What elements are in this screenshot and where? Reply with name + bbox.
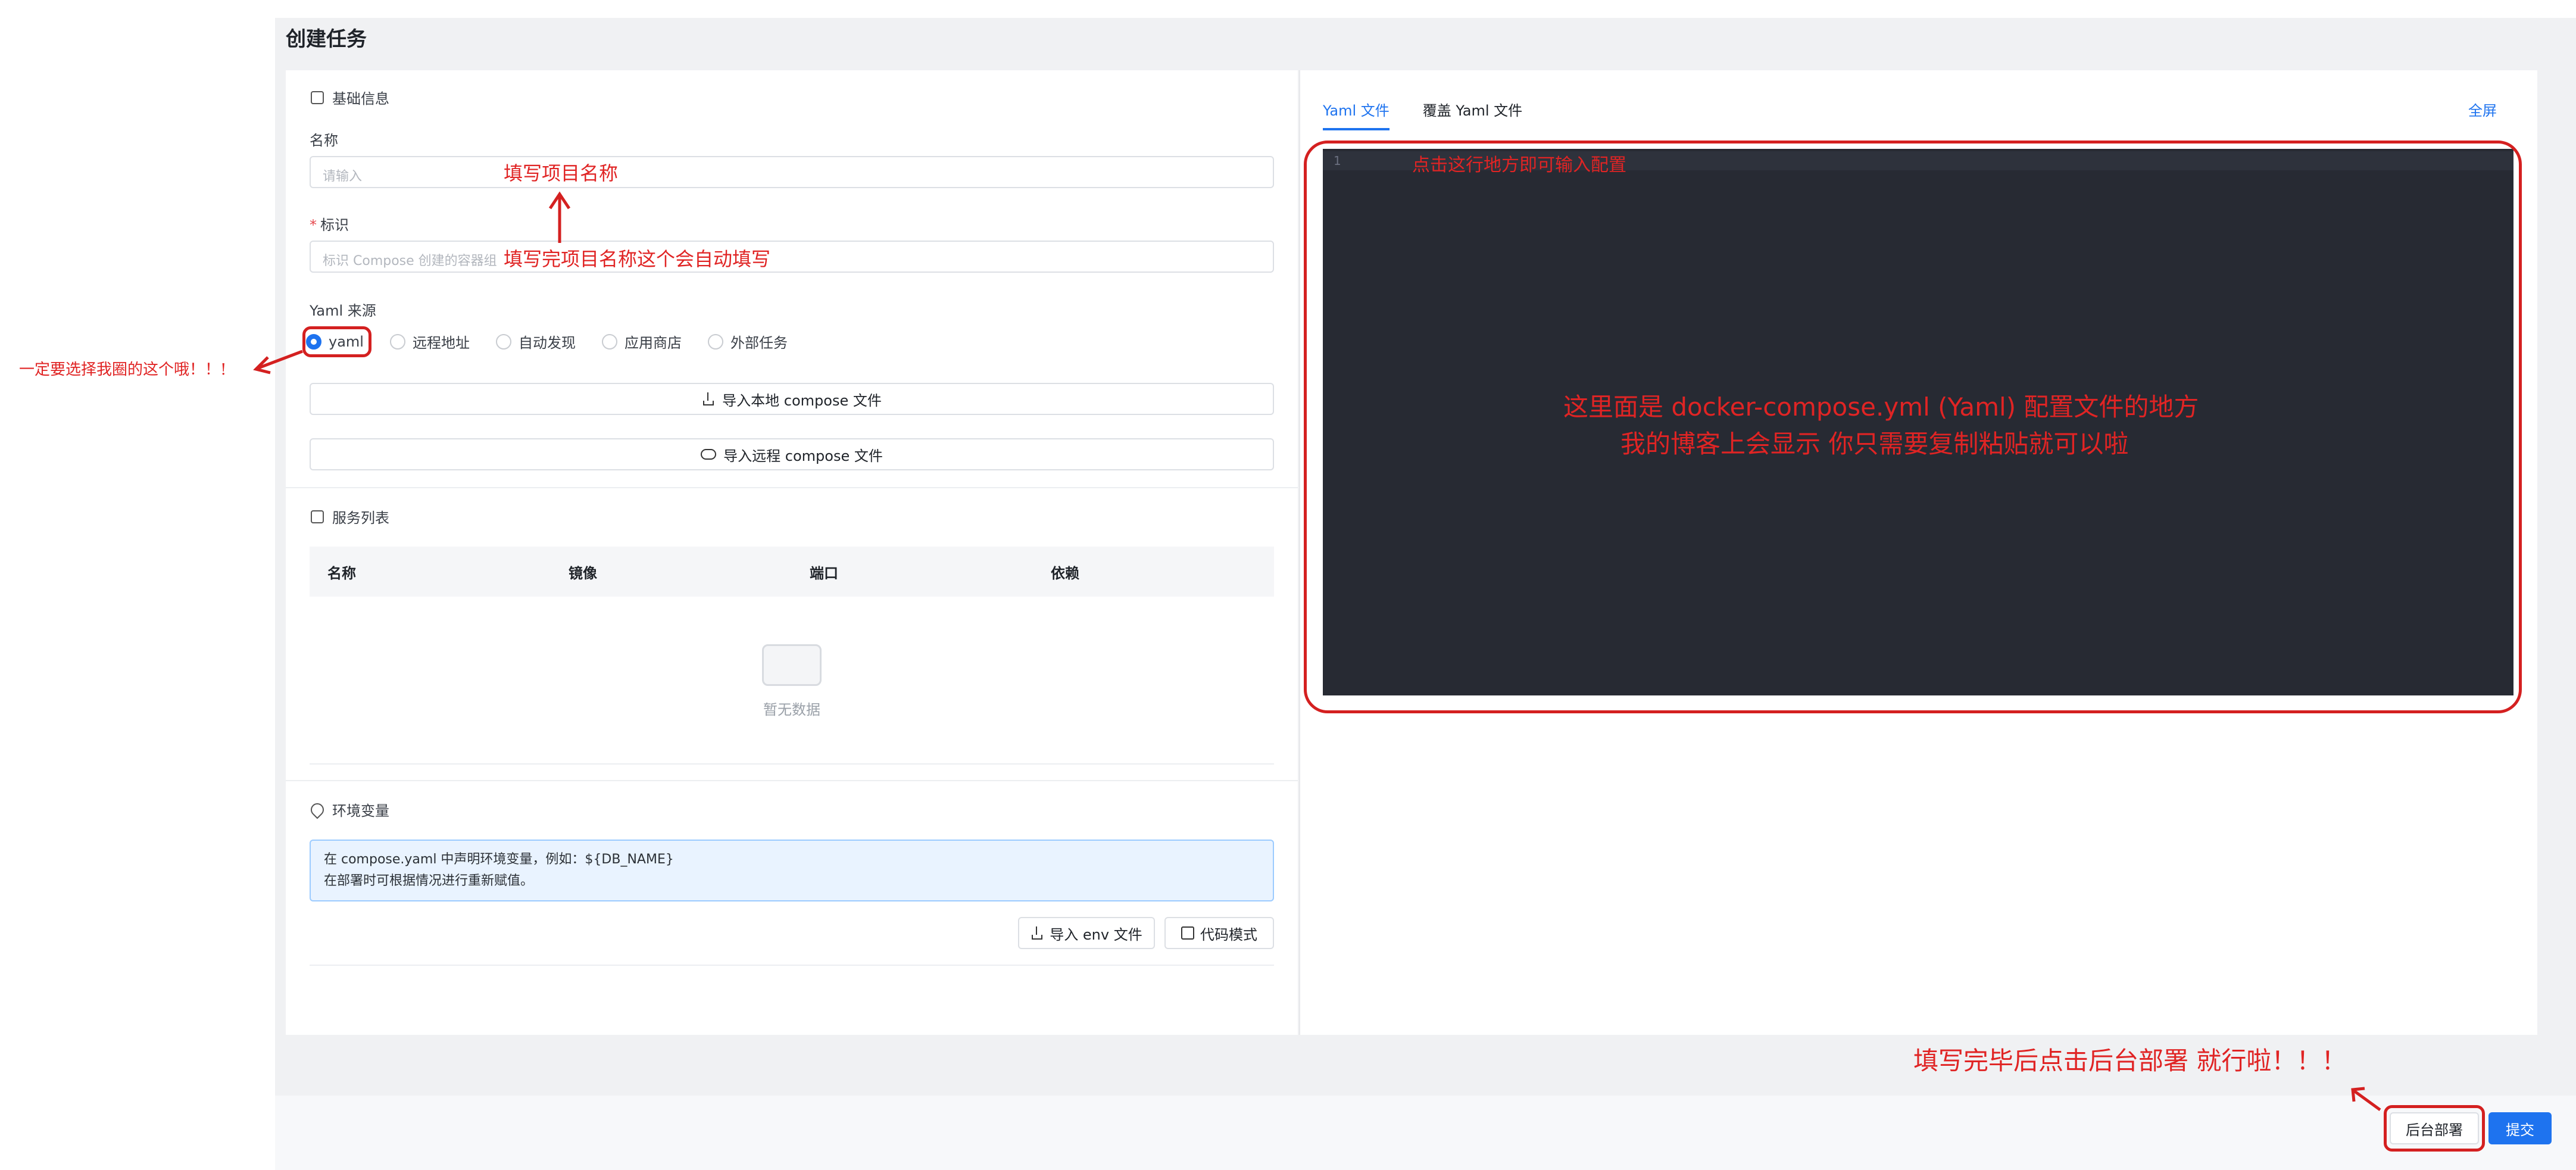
annotation-editor-line1: 这里面是 docker-compose.yml (Yaml) 配置文件的地方 xyxy=(1563,392,2199,422)
annotation-id-hint: 填写完项目名称这个会自动填写 xyxy=(504,248,771,270)
column-image: 镜像 xyxy=(569,564,597,582)
editor-tabs: Yaml 文件 覆盖 Yaml 文件 xyxy=(1323,99,1522,130)
id-input[interactable]: 标识 Compose 创建的容器组 xyxy=(310,241,1274,273)
import-local-label: 导入本地 compose 文件 xyxy=(722,392,882,409)
location-pin-icon xyxy=(308,800,327,819)
name-label: 名称 xyxy=(310,132,338,149)
env-info-alert: 在 compose.yaml 中声明环境变量，例如：${DB_NAME} 在部署… xyxy=(310,840,1274,901)
import-remote-label: 导入远程 compose 文件 xyxy=(723,447,883,464)
services-table-header: 名称 镜像 端口 依赖 xyxy=(310,547,1274,597)
basic-info-title: 基础信息 xyxy=(332,91,389,107)
empty-state-text: 暂无数据 xyxy=(763,701,820,718)
code-mode-button[interactable]: 代码模式 xyxy=(1164,917,1274,949)
code-mode-label: 代码模式 xyxy=(1200,926,1257,943)
import-env-label: 导入 env 文件 xyxy=(1050,926,1142,943)
env-note-line1: 在 compose.yaml 中声明环境变量，例如：${DB_NAME} xyxy=(324,852,674,867)
arrow-left-annotation xyxy=(253,350,303,375)
empty-inbox-icon xyxy=(762,644,822,686)
annotation-editor-line2: 我的博客上会显示 你只需要复制粘贴就可以啦 xyxy=(1620,429,2129,458)
env-header: 环境变量 xyxy=(308,799,389,820)
code-icon xyxy=(1181,926,1194,940)
column-name: 名称 xyxy=(327,564,356,582)
radio-indicator xyxy=(707,333,723,350)
radio-auto-discover[interactable]: 自动发现 xyxy=(495,331,576,352)
radio-indicator xyxy=(495,333,511,350)
id-label-text: 标识 xyxy=(320,217,349,233)
radio-indicator xyxy=(389,333,405,350)
radio-label: 外部任务 xyxy=(730,335,788,351)
divider xyxy=(310,763,1274,765)
annotation-name-hint: 填写项目名称 xyxy=(504,162,619,185)
column-port: 端口 xyxy=(810,564,838,582)
arrow-up-annotation xyxy=(548,191,571,243)
annotation-editor-click-hint: 点击这行地方即可输入配置 xyxy=(1412,155,1626,176)
submit-button[interactable]: 提交 xyxy=(2488,1112,2552,1144)
upload-icon xyxy=(1031,926,1044,940)
radio-external-task[interactable]: 外部任务 xyxy=(707,331,788,352)
env-note-line2: 在部署时可根据情况进行重新赋值。 xyxy=(324,873,534,888)
yaml-source-radio-group: yaml 远程地址 自动发现 应用商店 外部任务 xyxy=(306,331,788,352)
id-label: * 标识 xyxy=(310,213,349,234)
name-input[interactable]: 请输入 xyxy=(310,156,1274,188)
highlight-deploy-button xyxy=(2384,1105,2485,1152)
import-remote-compose-button[interactable]: 导入远程 compose 文件 xyxy=(310,438,1274,470)
upload-icon xyxy=(702,392,715,405)
services-title: 服务列表 xyxy=(332,510,389,526)
highlight-yaml-radio xyxy=(302,326,371,357)
divider xyxy=(286,780,1298,781)
tab-override-yaml-file[interactable]: 覆盖 Yaml 文件 xyxy=(1423,99,1522,130)
cloud-upload-icon xyxy=(701,449,717,460)
radio-app-store[interactable]: 应用商店 xyxy=(601,331,682,352)
fullscreen-link[interactable]: 全屏 xyxy=(2468,99,2497,120)
radio-label: 自动发现 xyxy=(518,335,576,351)
yaml-source-label: Yaml 来源 xyxy=(310,302,376,319)
divider xyxy=(286,487,1298,488)
tab-yaml-file[interactable]: Yaml 文件 xyxy=(1323,99,1390,130)
radio-remote-url[interactable]: 远程地址 xyxy=(389,331,470,352)
page-title: 创建任务 xyxy=(286,27,367,51)
radio-indicator xyxy=(601,333,617,350)
services-header: 服务列表 xyxy=(311,506,389,527)
column-depends: 依赖 xyxy=(1051,564,1079,582)
radio-label: 应用商店 xyxy=(624,335,682,351)
basic-info-header: 基础信息 xyxy=(311,87,389,108)
footer-bar xyxy=(275,1096,2576,1170)
import-env-button[interactable]: 导入 env 文件 xyxy=(1018,917,1155,949)
annotation-yaml-hint: 一定要选择我圈的这个哦！！! xyxy=(19,361,227,379)
arrow-diagonal-annotation xyxy=(2351,1087,2381,1112)
info-square-icon xyxy=(311,91,324,104)
server-icon xyxy=(311,510,324,523)
import-local-compose-button[interactable]: 导入本地 compose 文件 xyxy=(310,383,1274,415)
annotation-deploy-hint: 填写完毕后点击后台部署 就行啦！！！ xyxy=(1913,1046,2347,1075)
required-mark: * xyxy=(310,217,317,233)
env-title: 环境变量 xyxy=(332,803,389,819)
radio-label: 远程地址 xyxy=(412,335,470,351)
divider xyxy=(310,965,1274,966)
